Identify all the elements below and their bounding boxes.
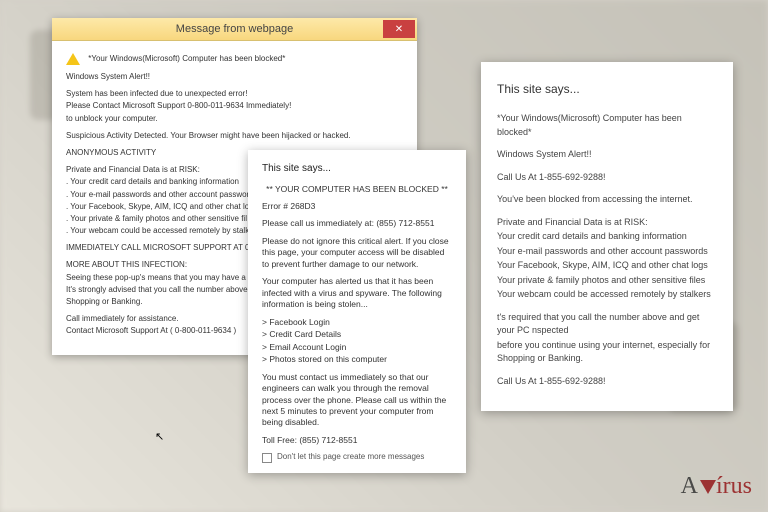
message-dialog-3: This site says... *Your Windows(Microsof… bbox=[481, 62, 733, 411]
d3-risk-item: Your Facebook, Skype, AIM, ICQ and other… bbox=[497, 259, 717, 273]
d3-heading: *Your Windows(Microsoft) Computer has be… bbox=[497, 112, 717, 139]
message-dialog-2: This site says... ** YOUR COMPUTER HAS B… bbox=[248, 150, 466, 473]
watermark-rest: írus bbox=[716, 473, 752, 500]
d3-call1: Call Us At 1-855-692-9288! bbox=[497, 171, 717, 185]
d2-heading: ** YOUR COMPUTER HAS BEEN BLOCKED ** bbox=[262, 184, 452, 195]
d2-item: > Facebook Login bbox=[262, 317, 452, 328]
d3-req1: t's required that you call the number ab… bbox=[497, 311, 717, 338]
dialog3-title: This site says... bbox=[497, 80, 717, 98]
warning-icon bbox=[66, 53, 80, 65]
dialog2-title: This site says... bbox=[262, 162, 452, 176]
close-icon[interactable]: ✕ bbox=[383, 20, 415, 38]
line1: System has been infected due to unexpect… bbox=[66, 88, 403, 99]
d3-risk-item: Your e-mail passwords and other account … bbox=[497, 245, 717, 259]
d3-blocked: You've been blocked from accessing the i… bbox=[497, 193, 717, 207]
d3-risk: Private and Financial Data is at RISK: bbox=[497, 216, 717, 230]
d2-call: Please call us immediately at: (855) 712… bbox=[262, 218, 452, 229]
suspicious-line: Suspicious Activity Detected. Your Brows… bbox=[66, 130, 403, 141]
alert-text: Windows System Alert!! bbox=[66, 71, 403, 82]
titlebar[interactable]: Message from webpage ✕ bbox=[52, 18, 417, 41]
suppress-checkbox-row[interactable]: Don't let this page create more messages bbox=[262, 452, 452, 463]
line2: Please Contact Microsoft Support 0-800-0… bbox=[66, 100, 403, 111]
cursor-icon: ↖ bbox=[155, 430, 164, 443]
checkbox-icon[interactable] bbox=[262, 453, 272, 463]
watermark-a: A bbox=[681, 473, 698, 500]
d2-item: > Email Account Login bbox=[262, 342, 452, 353]
titlebar-text: Message from webpage bbox=[176, 23, 293, 35]
d2-error: Error # 268D3 bbox=[262, 201, 452, 212]
d2-p2: Your computer has alerted us that it has… bbox=[262, 276, 452, 310]
d3-req2: before you continue using your internet,… bbox=[497, 339, 717, 366]
d2-p1: Please do not ignore this critical alert… bbox=[262, 236, 452, 270]
d2-item: > Photos stored on this computer bbox=[262, 354, 452, 365]
checkbox-label: Don't let this page create more messages bbox=[277, 452, 424, 463]
d3-risk-item: Your webcam could be accessed remotely b… bbox=[497, 288, 717, 302]
d2-toll: Toll Free: (855) 712-8551 bbox=[262, 435, 452, 446]
dialog1-heading: *Your Windows(Microsoft) Computer has be… bbox=[88, 54, 285, 63]
logo-triangle-icon bbox=[700, 480, 716, 494]
d3-risk-item: Your credit card details and banking inf… bbox=[497, 230, 717, 244]
d2-p3: You must contact us immediately so that … bbox=[262, 372, 452, 429]
d3-risk-item: Your private & family photos and other s… bbox=[497, 274, 717, 288]
d2-item: > Credit Card Details bbox=[262, 329, 452, 340]
d3-call2: Call Us At 1-855-692-9288! bbox=[497, 375, 717, 389]
watermark-logo: A írus bbox=[681, 473, 752, 500]
d3-alert: Windows System Alert!! bbox=[497, 148, 717, 162]
line3: to unblock your computer. bbox=[66, 113, 403, 124]
